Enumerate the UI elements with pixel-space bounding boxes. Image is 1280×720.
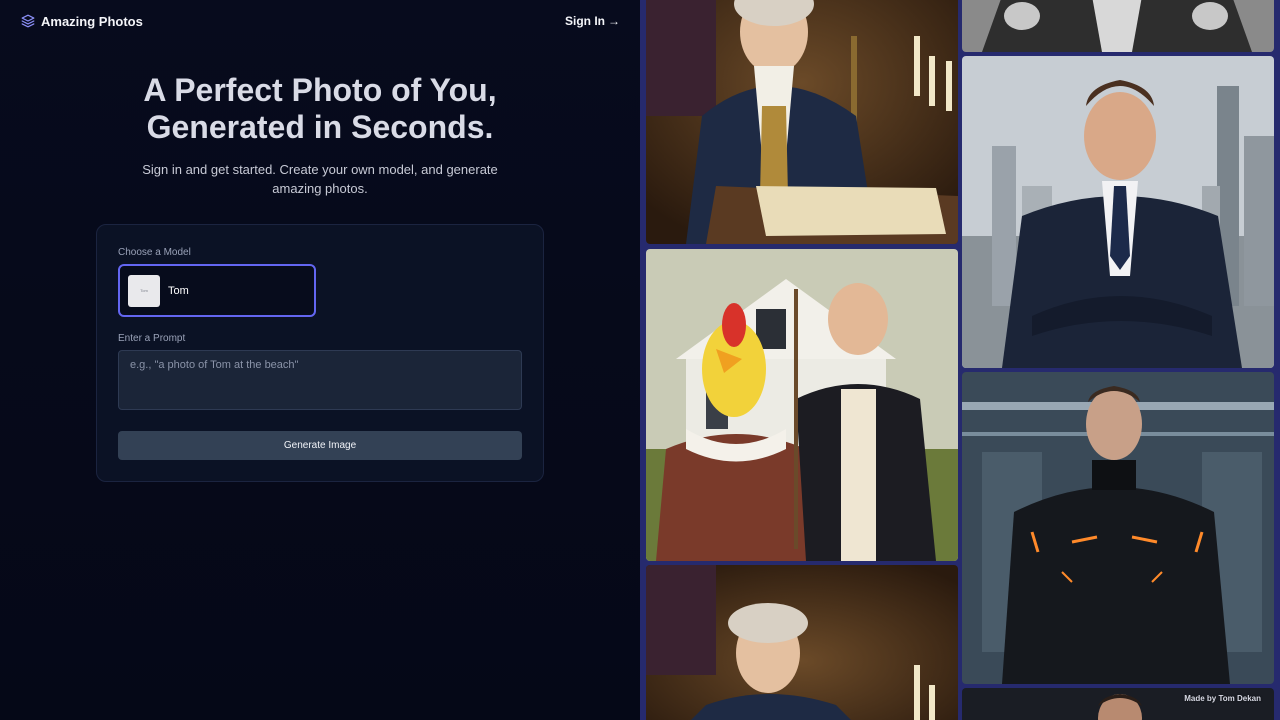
header: Amazing Photos Sign In → (0, 0, 640, 42)
prompt-input[interactable] (118, 350, 522, 410)
layers-icon (21, 14, 35, 28)
gallery-photo (646, 0, 958, 244)
photo-colonial-portrait-repeat (646, 565, 958, 720)
gallery-photo (962, 56, 1274, 368)
gallery-photo (646, 565, 958, 720)
photo-colonial-portrait (646, 0, 958, 244)
model-thumbnail: Tom (128, 274, 160, 307)
hero-subtitle: Sign in and get started. Create your own… (142, 162, 498, 196)
photo-partial-portrait (962, 688, 1274, 720)
generate-form-card: Choose a Model Tom Tom Enter a Prompt Ge… (96, 224, 544, 482)
sign-in-label: Sign In (565, 14, 605, 28)
photo-business-suit (962, 56, 1274, 368)
model-name: Tom (168, 284, 189, 297)
photo-gallery: Made by Tom Dekan (640, 0, 1280, 720)
photo-sci-fi-armor (962, 372, 1274, 684)
brand[interactable]: Amazing Photos (21, 14, 143, 29)
generate-image-button[interactable]: Generate Image (118, 431, 522, 460)
gallery-photo (962, 688, 1274, 720)
model-thumbnail-text: Tom (140, 288, 148, 293)
hero-title-line-2: Generated in Seconds. (146, 109, 494, 145)
gallery-photo (962, 0, 1274, 52)
arrow-right-icon: → (608, 14, 620, 28)
hero-title-line-1: A Perfect Photo of You, (143, 72, 497, 108)
left-panel: Amazing Photos Sign In → A Perfect Photo… (0, 0, 640, 720)
model-option-tom[interactable]: Tom Tom (118, 264, 316, 317)
brand-name: Amazing Photos (41, 13, 143, 29)
photo-chicken-gothic (646, 249, 958, 561)
hero-title: A Perfect Photo of You, Generated in Sec… (0, 72, 640, 146)
gallery-photo (646, 249, 958, 561)
gallery-photo (962, 372, 1274, 684)
sign-in-link[interactable]: Sign In → (565, 14, 620, 28)
credit-text: Made by Tom Dekan (1184, 694, 1261, 703)
prompt-label: Enter a Prompt (118, 333, 186, 344)
photo-bw-suit (962, 0, 1274, 52)
model-label: Choose a Model (118, 247, 191, 258)
